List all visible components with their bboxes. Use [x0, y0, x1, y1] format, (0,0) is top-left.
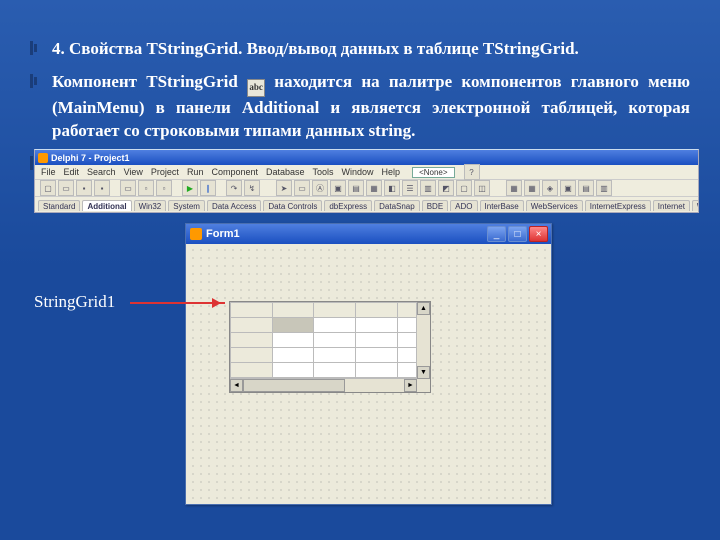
form-titlebar[interactable]: Form1 _ □ × — [186, 224, 551, 244]
saveall-button[interactable]: ▪ — [94, 180, 110, 196]
grid-hscrollbar[interactable]: ◄ ► — [230, 378, 417, 392]
save-button[interactable]: ▪ — [76, 180, 92, 196]
maximize-button[interactable]: □ — [508, 226, 527, 242]
menu-edit[interactable]: Edit — [64, 167, 80, 177]
scroll-down-icon[interactable]: ▼ — [417, 366, 430, 379]
form-client-area[interactable]: ▲ ▼ ◄ ► — [189, 246, 548, 501]
form-title-text: Form1 — [206, 228, 487, 240]
ide-toolbar: ▢ ▭ ▪ ▪ ▭ ▫ ▫ ▶ ∥ ↷ ↯ ➤ ▭ Ⓐ ▣ ▤ ▦ ◧ ☰ ▥ … — [35, 180, 698, 197]
help-icon[interactable]: ? — [464, 164, 480, 180]
component-a6[interactable]: ▥ — [596, 180, 612, 196]
menu-window[interactable]: Window — [342, 167, 374, 177]
component-8[interactable]: ▥ — [420, 180, 436, 196]
component-7[interactable]: ☰ — [402, 180, 418, 196]
component-a5[interactable]: ▤ — [578, 180, 594, 196]
bullet-1: 4. Свойства TStringGrid. Ввод/вывод данн… — [30, 38, 690, 61]
component-11[interactable]: ◫ — [474, 180, 490, 196]
scroll-up-icon[interactable]: ▲ — [417, 302, 430, 315]
tab-additional[interactable]: Additional — [82, 200, 131, 211]
ide-title-text: Delphi 7 - Project1 — [51, 153, 130, 163]
pointer-icon[interactable]: ➤ — [276, 180, 292, 196]
menu-project[interactable]: Project — [151, 167, 179, 177]
minimize-button[interactable]: _ — [487, 226, 506, 242]
delphi-app-icon — [38, 153, 48, 163]
tab-internet[interactable]: Internet — [653, 200, 690, 211]
tab-system[interactable]: System — [168, 200, 205, 211]
component-4[interactable]: ▤ — [348, 180, 364, 196]
addfile-button[interactable]: ▫ — [138, 180, 154, 196]
menu-help[interactable]: Help — [382, 167, 401, 177]
bullet-marker-icon — [30, 41, 38, 55]
stepinto-button[interactable]: ↯ — [244, 180, 260, 196]
bullet-2-text: Компонент TStringGrid abc находится на п… — [52, 71, 690, 143]
component-a3[interactable]: ◈ — [542, 180, 558, 196]
pause-button[interactable]: ∥ — [200, 180, 216, 196]
run-button[interactable]: ▶ — [182, 180, 198, 196]
component-a2[interactable]: ▦ — [524, 180, 540, 196]
component-3[interactable]: ▣ — [330, 180, 346, 196]
menu-file[interactable]: File — [41, 167, 56, 177]
form-app-icon — [190, 228, 202, 240]
stringgrid-callout-label: StringGrid1 — [34, 292, 115, 312]
component-palette-tabs: Standard Additional Win32 System Data Ac… — [35, 197, 698, 211]
remove-button[interactable]: ▫ — [156, 180, 172, 196]
tab-webservices[interactable]: WebServices — [526, 200, 583, 211]
component-a4[interactable]: ▣ — [560, 180, 576, 196]
bullet-2-text-a: Компонент TStringGrid — [52, 72, 247, 91]
new-button[interactable]: ▢ — [40, 180, 56, 196]
tab-dbexpress[interactable]: dbExpress — [324, 200, 372, 211]
menu-component[interactable]: Component — [211, 167, 258, 177]
bullet-1-text: 4. Свойства TStringGrid. Ввод/вывод данн… — [52, 38, 690, 61]
stringgrid-component-icon: abc — [247, 79, 265, 97]
scroll-corner — [417, 379, 430, 392]
component-1[interactable]: ▭ — [294, 180, 310, 196]
menu-run[interactable]: Run — [187, 167, 204, 177]
stringgrid-component[interactable]: ▲ ▼ ◄ ► — [229, 301, 431, 393]
openproject-button[interactable]: ▭ — [120, 180, 136, 196]
menu-search[interactable]: Search — [87, 167, 116, 177]
open-button[interactable]: ▭ — [58, 180, 74, 196]
grid-vscrollbar[interactable]: ▲ ▼ — [416, 302, 430, 379]
ide-titlebar: Delphi 7 - Project1 — [35, 150, 698, 165]
bullet-marker-icon — [30, 74, 38, 88]
component-a1[interactable]: ▦ — [506, 180, 522, 196]
tab-dataaccess[interactable]: Data Access — [207, 200, 261, 211]
callout-arrow-icon — [130, 302, 225, 304]
form-designer-window[interactable]: Form1 _ □ × ▲ ▼ ◄ — [185, 223, 552, 505]
tab-interbase[interactable]: InterBase — [480, 200, 524, 211]
tab-internetexpress[interactable]: InternetExpress — [585, 200, 651, 211]
component-2[interactable]: Ⓐ — [312, 180, 328, 196]
tab-websnap[interactable]: WebSnap — [692, 200, 698, 211]
menu-view[interactable]: View — [124, 167, 143, 177]
stepover-button[interactable]: ↷ — [226, 180, 242, 196]
component-9[interactable]: ◩ — [438, 180, 454, 196]
tab-datasnap[interactable]: DataSnap — [374, 200, 420, 211]
tab-datacontrols[interactable]: Data Controls — [263, 200, 322, 211]
component-10[interactable]: ▢ — [456, 180, 472, 196]
component-5[interactable]: ▦ — [366, 180, 382, 196]
scroll-right-icon[interactable]: ► — [404, 379, 417, 392]
project-selector[interactable]: <None> — [412, 167, 454, 178]
component-6[interactable]: ◧ — [384, 180, 400, 196]
stringgrid-cells[interactable] — [230, 302, 417, 378]
tab-standard[interactable]: Standard — [38, 200, 80, 211]
delphi-ide-window: Delphi 7 - Project1 File Edit Search Vie… — [34, 149, 699, 213]
tab-ado[interactable]: ADO — [450, 200, 477, 211]
menu-tools[interactable]: Tools — [313, 167, 334, 177]
ide-menubar[interactable]: File Edit Search View Project Run Compon… — [35, 165, 698, 180]
tab-win32[interactable]: Win32 — [134, 200, 167, 211]
scroll-left-icon[interactable]: ◄ — [230, 379, 243, 392]
bullet-2: Компонент TStringGrid abc находится на п… — [30, 71, 690, 143]
scroll-thumb[interactable] — [243, 379, 345, 392]
tab-bde[interactable]: BDE — [422, 200, 448, 211]
close-button[interactable]: × — [529, 226, 548, 242]
menu-database[interactable]: Database — [266, 167, 305, 177]
